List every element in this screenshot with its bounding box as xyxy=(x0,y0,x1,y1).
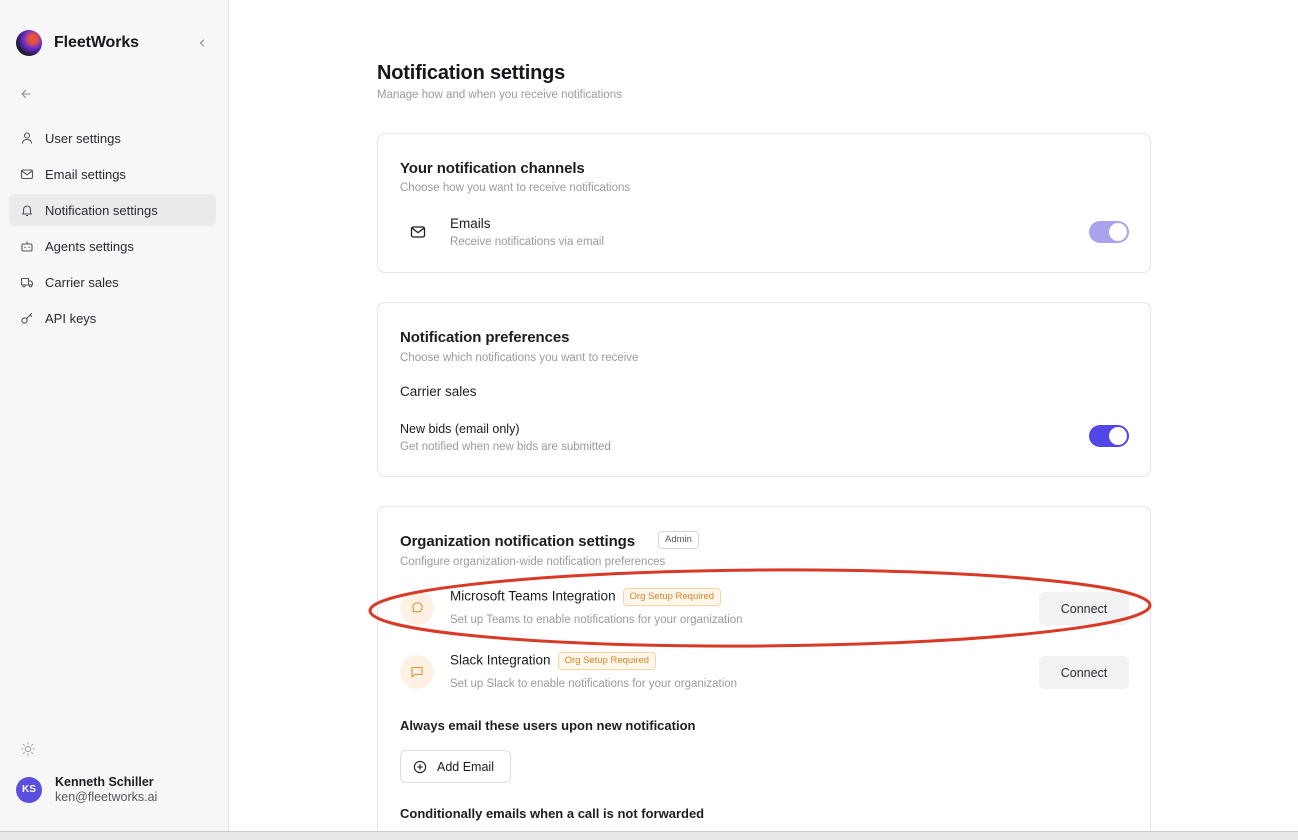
always-email-label: Always email these users upon new notifi… xyxy=(400,718,696,733)
org-setup-badge: Org Setup Required xyxy=(622,588,722,606)
emails-description: Receive notifications via email xyxy=(450,236,605,248)
sidebar-item-agents-settings[interactable]: Agents settings xyxy=(9,230,216,262)
card-subtitle: Choose how you want to receive notificat… xyxy=(400,182,631,194)
notification-preferences-card: Notification preferences Choose which no… xyxy=(377,302,1151,477)
card-subtitle: Choose which notifications you want to r… xyxy=(400,352,639,364)
teams-connect-button[interactable]: Connect xyxy=(1039,592,1129,625)
user-profile[interactable]: KS Kenneth Schiller ken@fleetworks.ai xyxy=(16,775,157,804)
slack-integration-title: Slack Integration xyxy=(450,652,551,668)
toggle-knob xyxy=(1109,223,1127,241)
bot-icon xyxy=(21,241,33,252)
teams-description: Set up Teams to enable notifications for… xyxy=(450,614,743,626)
sidebar-item-api-keys[interactable]: API keys xyxy=(9,302,216,334)
slack-description: Set up Slack to enable notifications for… xyxy=(450,678,738,690)
teams-icon-wrap xyxy=(400,591,434,625)
sidebar-item-label: API keys xyxy=(45,310,97,326)
settings-nav: User settings Email settings Notificatio… xyxy=(9,122,216,338)
org-setup-badge: Org Setup Required xyxy=(557,652,657,670)
chevron-left-icon[interactable] xyxy=(195,35,209,51)
emails-toggle[interactable] xyxy=(1089,221,1129,243)
bell-icon xyxy=(21,205,33,217)
app-window: FleetWorks User settings Email settings … xyxy=(0,0,1298,832)
mail-icon xyxy=(20,169,34,180)
key-icon xyxy=(21,312,33,324)
add-email-button[interactable]: Add Email xyxy=(400,750,511,783)
user-name: Kenneth Schiller xyxy=(55,775,154,789)
user-email: ken@fleetworks.ai xyxy=(55,790,158,804)
fleetworks-logo xyxy=(16,30,42,56)
new-bids-description: Get notified when new bids are submitted xyxy=(400,441,611,453)
new-bids-toggle[interactable] xyxy=(1089,425,1129,447)
sidebar-item-label: User settings xyxy=(45,130,121,146)
sidebar: FleetWorks User settings Email settings … xyxy=(0,0,229,831)
slack-icon-wrap xyxy=(400,655,434,689)
message-square-icon xyxy=(411,666,423,678)
organization-notification-card: Organization notification settings Admin… xyxy=(377,506,1151,831)
toggle-knob xyxy=(1109,427,1127,445)
card-title: Organization notification settings xyxy=(400,533,635,550)
sidebar-item-user-settings[interactable]: User settings xyxy=(9,122,216,154)
arrow-left-icon[interactable] xyxy=(18,86,34,102)
teams-integration-label: Microsoft Teams Integration Org Setup Req… xyxy=(450,588,722,606)
card-subtitle: Configure organization-wide notification… xyxy=(400,556,666,568)
truck-icon xyxy=(20,277,34,288)
sidebar-item-email-settings[interactable]: Email settings xyxy=(9,158,216,190)
slack-integration-label: Slack Integration Org Setup Required xyxy=(450,652,657,670)
sidebar-item-label: Email settings xyxy=(45,166,126,182)
notification-channels-card: Your notification channels Choose how yo… xyxy=(377,133,1151,273)
mail-icon xyxy=(410,226,426,238)
slack-connect-button[interactable]: Connect xyxy=(1039,656,1129,689)
brand[interactable]: FleetWorks xyxy=(16,30,139,56)
add-email-label: Add Email xyxy=(437,759,494,774)
plus-circle-icon xyxy=(413,760,427,773)
page-title: Notification settings xyxy=(377,62,566,84)
user-icon xyxy=(21,132,33,144)
sidebar-item-label: Notification settings xyxy=(45,202,158,218)
sidebar-item-notification-settings[interactable]: Notification settings xyxy=(9,194,216,226)
message-circle-icon xyxy=(412,602,423,613)
admin-badge: Admin xyxy=(658,531,699,549)
emails-label: Emails xyxy=(450,216,491,231)
conditional-email-label: Conditionally emails when a call is not … xyxy=(400,806,705,821)
sidebar-item-carrier-sales[interactable]: Carrier sales xyxy=(9,266,216,298)
avatar: KS xyxy=(16,776,42,803)
sun-icon[interactable] xyxy=(20,741,36,757)
card-title: Notification preferences xyxy=(400,329,570,346)
new-bids-label: New bids (email only) xyxy=(400,422,520,436)
sidebar-item-label: Carrier sales xyxy=(45,274,119,290)
card-title: Your notification channels xyxy=(400,160,585,177)
page-subtitle: Manage how and when you receive notifica… xyxy=(377,89,622,101)
teams-integration-title: Microsoft Teams Integration xyxy=(450,588,616,604)
group-label: Carrier sales xyxy=(400,384,477,399)
sidebar-item-label: Agents settings xyxy=(45,238,134,254)
brand-name: FleetWorks xyxy=(54,34,139,51)
